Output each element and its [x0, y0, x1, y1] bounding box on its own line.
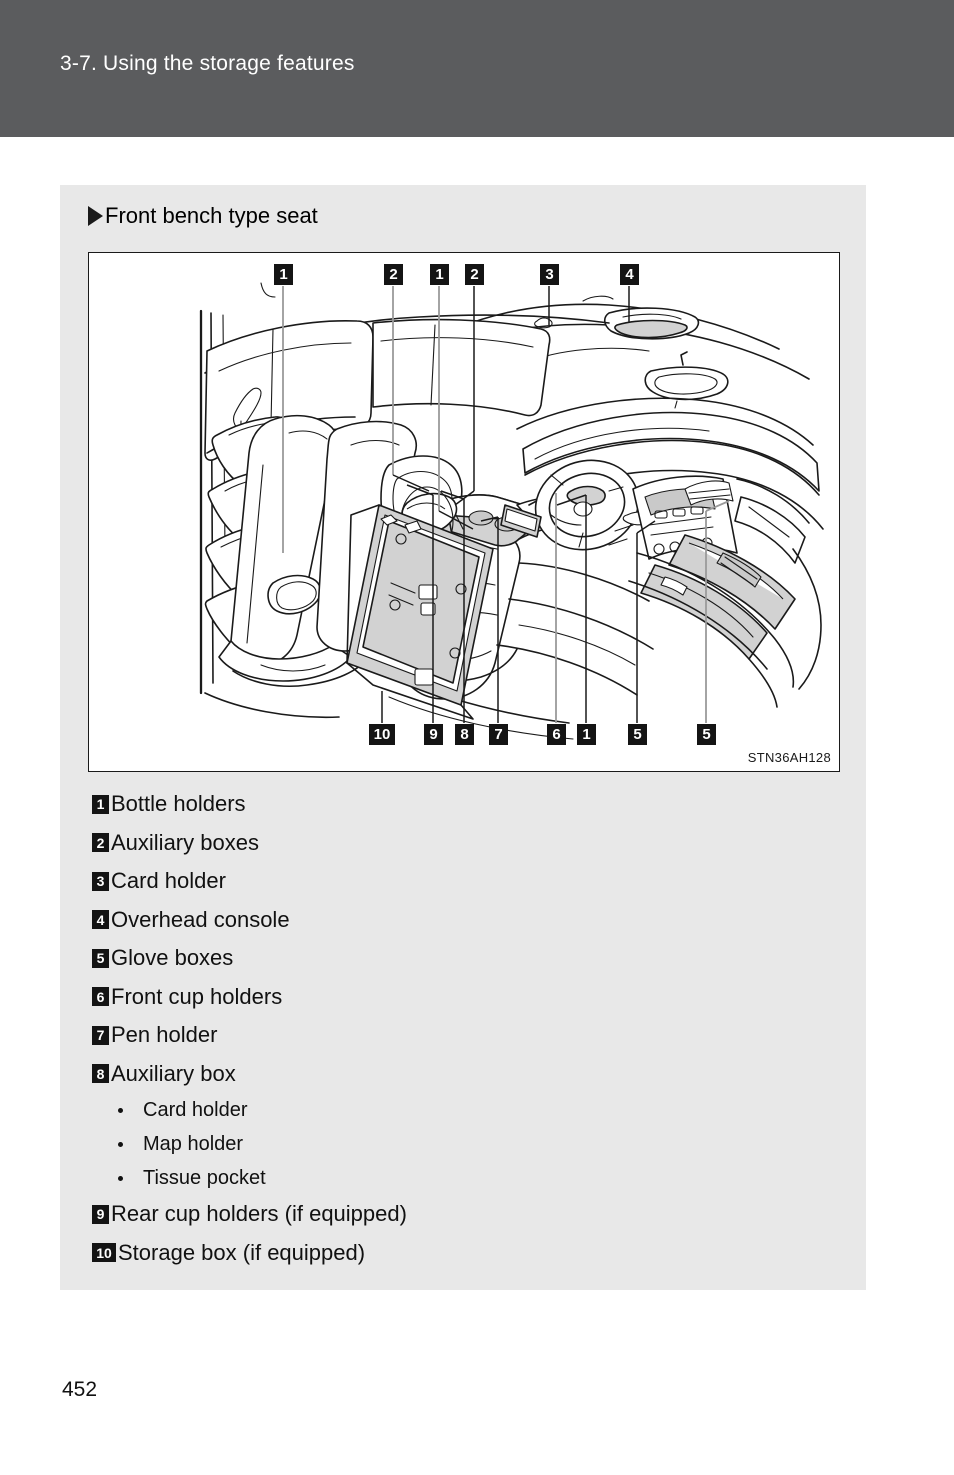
page-header-bar: 3-7. Using the storage features: [0, 0, 954, 137]
list-item-number-6: 6: [92, 987, 109, 1007]
figure-code-label: STN36AH128: [747, 750, 831, 765]
callout-chip-bottom-8: 5: [697, 724, 716, 745]
list-item-label-10: Storage box (if equipped): [118, 1239, 366, 1265]
list-item-5: 5 Glove boxes: [92, 939, 832, 978]
sub-bullet-label-2: Map holder: [143, 1132, 244, 1155]
list-item-number-8: 8: [92, 1064, 109, 1084]
callout-chip-bottom-5: 6: [547, 724, 566, 745]
list-item-label-8: Auxiliary box: [111, 1060, 236, 1086]
list-item-9: 9 Rear cup holders (if equipped): [92, 1195, 832, 1234]
list-item-2: 2 Auxiliary boxes: [92, 824, 832, 863]
content-panel: Front bench type seat .ln { fill:none; s…: [60, 185, 866, 1290]
page-header-title: 3-7. Using the storage features: [60, 52, 355, 75]
list-item-label-1: Bottle holders: [111, 791, 246, 817]
list-item-number-3: 3: [92, 871, 109, 891]
list-item-number-2: 2: [92, 833, 109, 853]
callout-chip-top-2: 2: [384, 264, 403, 285]
list-item-number-1: 1: [92, 794, 109, 814]
callout-chip-bottom-3: 8: [455, 724, 474, 745]
callout-chip-bottom-2: 9: [424, 724, 443, 745]
list-item-label-4: Overhead console: [111, 906, 290, 932]
list-item-number-9: 9: [92, 1204, 109, 1224]
list-item-3: 3 Card holder: [92, 862, 832, 901]
callout-chip-top-4: 2: [465, 264, 484, 285]
bullet-dot-icon: [118, 1107, 123, 1113]
list-item-7: 7 Pen holder: [92, 1016, 832, 1055]
callout-chip-bottom-6: 1: [577, 724, 596, 745]
callout-chip-bottom-7: 5: [628, 724, 647, 745]
sub-bullet-label-3: Tissue pocket: [143, 1166, 266, 1189]
list-item-8: 8 Auxiliary box: [92, 1055, 832, 1094]
list-item-label-6: Front cup holders: [111, 983, 283, 1009]
list-item-label-2: Auxiliary boxes: [111, 829, 259, 855]
callout-chip-bottom-1: 10: [369, 724, 395, 745]
figure-frame: .ln { fill:none; stroke:#1a1a1a; stroke-…: [88, 252, 840, 772]
list-item-number-7: 7: [92, 1025, 109, 1045]
sub-bullet-2: Map holder: [92, 1127, 832, 1161]
callout-chip-top-3: 1: [430, 264, 449, 285]
vehicle-interior-illustration: .ln { fill:none; stroke:#1a1a1a; stroke-…: [199, 282, 824, 740]
bullet-dot-icon: [118, 1175, 123, 1181]
list-item-1: 1 Bottle holders: [92, 785, 832, 824]
callout-chip-top-5: 3: [540, 264, 559, 285]
list-item-10: 10 Storage box (if equipped): [92, 1234, 832, 1273]
sub-bullet-1: Card holder: [92, 1093, 832, 1127]
section-heading: Front bench type seat: [88, 203, 318, 229]
list-item-label-5: Glove boxes: [111, 945, 234, 971]
callout-chip-top-6: 4: [620, 264, 639, 285]
list-item-label-3: Card holder: [111, 868, 226, 894]
list-item-number-4: 4: [92, 910, 109, 930]
storage-feature-list: 1 Bottle holders 2 Auxiliary boxes 3 Car…: [92, 785, 832, 1272]
sub-bullet-label-1: Card holder: [143, 1098, 248, 1121]
list-item-label-7: Pen holder: [111, 1022, 218, 1048]
list-item-label-9: Rear cup holders (if equipped): [111, 1201, 407, 1227]
callout-chip-bottom-4: 7: [489, 724, 508, 745]
triangle-right-icon: [88, 206, 103, 226]
list-item-4: 4 Overhead console: [92, 901, 832, 940]
section-heading-label: Front bench type seat: [105, 203, 318, 228]
list-item-number-10: 10: [92, 1243, 116, 1263]
page-number: 452: [62, 1378, 98, 1401]
sub-bullet-3: Tissue pocket: [92, 1161, 832, 1195]
list-item-number-5: 5: [92, 948, 109, 968]
list-item-6: 6 Front cup holders: [92, 978, 832, 1017]
callout-chip-top-1: 1: [274, 264, 293, 285]
bullet-dot-icon: [118, 1141, 123, 1147]
